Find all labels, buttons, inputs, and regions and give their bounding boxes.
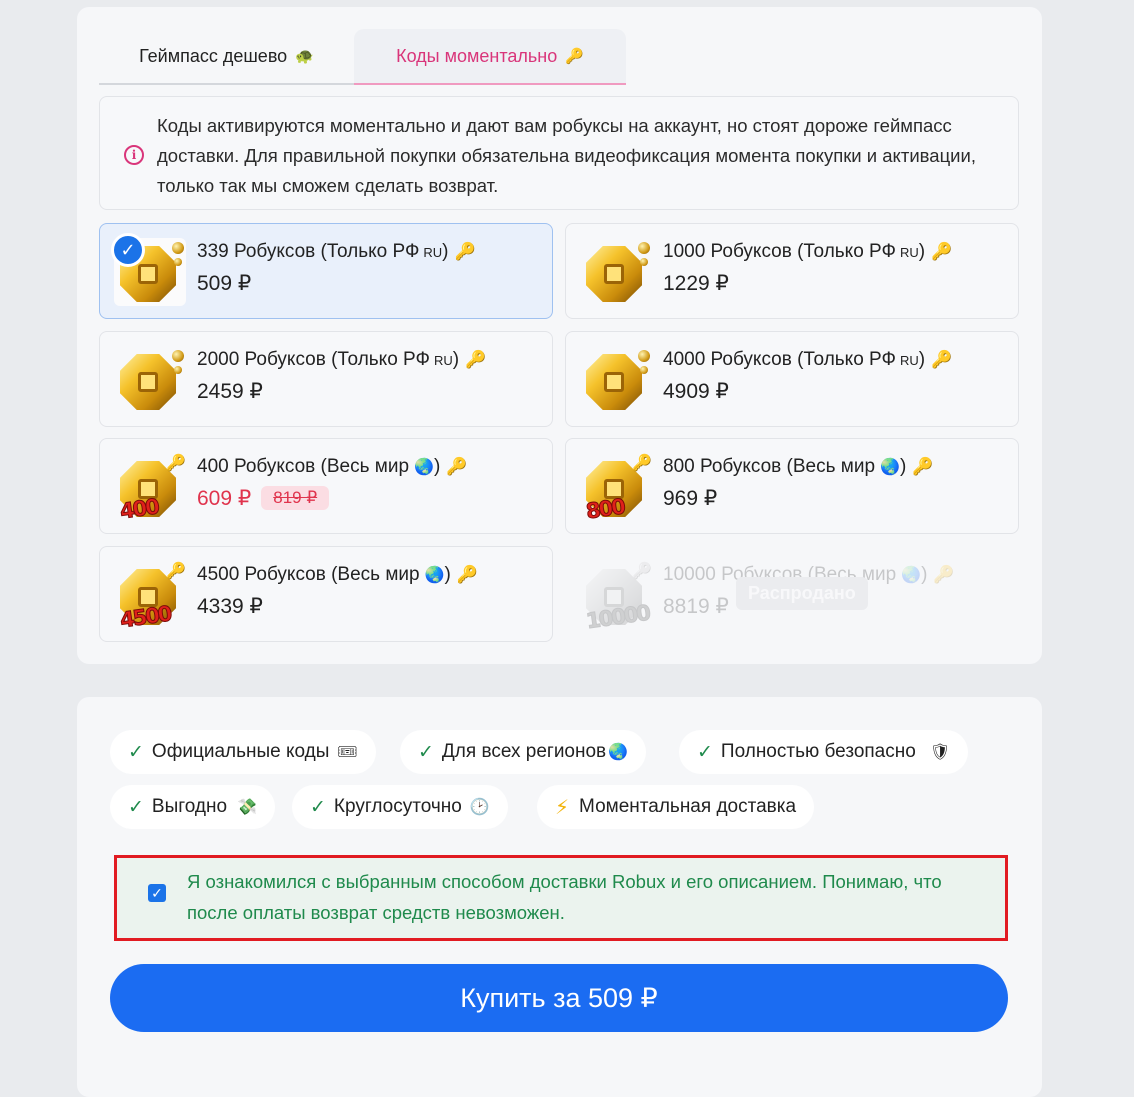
product-title: 339 Робуксов (Только РФ RU) 🔑 [197, 241, 476, 262]
product-title: 4000 Робуксов (Только РФ RU) 🔑 [663, 349, 953, 370]
product-4000[interactable]: 4000 Робуксов (Только РФ RU) 🔑 4909 ₽ [565, 331, 1019, 427]
product-price: 4909 ₽ [663, 380, 729, 403]
ticket-icon: 🎟 [337, 744, 358, 761]
clock-icon: 🕑 [469, 799, 490, 816]
consent-text: Я ознакомился с выбранным способом доста… [187, 871, 942, 923]
product-10000: 🔑 10000 10000 Робуксов (Весь мир 🌏) 🔑 8819… [565, 546, 1019, 642]
product-price: 509 ₽ [197, 272, 252, 295]
robux-coin-icon [580, 238, 652, 306]
key-icon: 🔑 [931, 350, 953, 369]
key-icon: 🔑 [456, 565, 479, 584]
product-price: 8819 ₽ [663, 595, 729, 618]
checkout-card: ✓ Официальные коды 🎟 ✓ Для всех регионов… [77, 697, 1042, 1097]
product-title: 1000 Робуксов (Только РФ RU) 🔑 [663, 241, 953, 262]
globe-icon: 🌏 [424, 567, 445, 584]
globe-icon: 🌏 [880, 459, 900, 476]
product-price: 2459 ₽ [197, 380, 263, 403]
tab-label: Геймпасс дешево [139, 45, 288, 66]
product-price: 609 ₽ 819 ₽ [197, 486, 330, 511]
selected-check-icon: ✓ [111, 233, 145, 267]
feature-24-7: ✓ Круглосуточно 🕑 [292, 785, 508, 829]
robux-coin-icon: 🔑 800 [584, 455, 652, 524]
shield-icon: 🛡 [929, 744, 951, 761]
lightning-icon: ⚡ [555, 796, 570, 819]
feature-official-codes: ✓ Официальные коды 🎟 [110, 730, 376, 774]
turtle-icon: 🐢 [295, 48, 314, 65]
buy-button[interactable]: Купить за 509 ₽ [110, 964, 1008, 1032]
product-339[interactable]: ✓ 339 Робуксов (Только РФ RU) 🔑 509 ₽ [99, 223, 553, 319]
product-4500[interactable]: 🔑 4500 4500 Робуксов (Весь мир 🌏) 🔑 4339 ₽ [99, 546, 553, 642]
consent-checkbox[interactable]: ✓ [148, 884, 166, 902]
product-title: 4500 Робуксов (Весь мир 🌏) 🔑 [197, 564, 479, 585]
key-icon: 🔑 [465, 350, 487, 369]
key-icon: 🔑 [933, 565, 955, 584]
tab-label: Коды моментально [396, 45, 558, 66]
check-icon: ✓ [128, 741, 144, 763]
product-title: 2000 Робуксов (Только РФ RU) 🔑 [197, 349, 487, 370]
tab-codes[interactable]: Коды моментально 🔑 [354, 29, 626, 85]
key-icon: 🔑 [912, 457, 934, 476]
product-400[interactable]: 🔑 400 400 Робуксов (Весь мир 🌏) 🔑 609 ₽ 819… [99, 438, 553, 534]
globe-icon: 🌏 [901, 567, 922, 584]
key-icon: 🔑 [565, 48, 584, 65]
delivery-card: Геймпасс дешево 🐢 Коды моментально 🔑 i К… [77, 7, 1042, 664]
globe-icon: 🌏 [414, 459, 434, 476]
product-price: 4339 ₽ [197, 595, 263, 618]
delivery-tabs: Геймпасс дешево 🐢 Коды моментально 🔑 [99, 29, 626, 85]
feature-all-regions: ✓ Для всех регионов 🌏 [400, 730, 647, 774]
feature-safe: ✓ Полностью безопасно 🛡 [679, 730, 969, 774]
consent-box: ✓ Я ознакомился с выбранным способом дос… [114, 855, 1008, 941]
check-icon: ✓ [128, 796, 144, 818]
notice-text: Коды активируются моментально и дают вам… [157, 115, 976, 196]
feature-instant-delivery: ⚡ Моментальная доставка [537, 785, 815, 829]
old-price: 819 ₽ [261, 486, 330, 510]
robux-coin-icon: 🔑 400 [118, 455, 186, 524]
sale-price: 609 ₽ [197, 487, 252, 510]
product-1000[interactable]: 1000 Робуксов (Только РФ RU) 🔑 1229 ₽ [565, 223, 1019, 319]
product-title: 400 Робуксов (Весь мир 🌏) 🔑 [197, 456, 468, 477]
soldout-badge: Распродано [736, 577, 868, 610]
check-icon: ✓ [697, 741, 713, 763]
robux-coin-icon: 🔑 10000 [584, 563, 652, 634]
tab-gamepass[interactable]: Геймпасс дешево 🐢 [99, 29, 354, 85]
money-icon: 💸 [237, 799, 257, 816]
product-price: 1229 ₽ [663, 272, 729, 295]
key-icon: 🔑 [931, 242, 953, 261]
robux-coin-icon [114, 346, 186, 414]
product-price: 969 ₽ [663, 487, 718, 510]
globe-icon: 🌏 [608, 744, 629, 761]
check-icon: ✓ [310, 796, 326, 818]
info-icon: i [124, 145, 144, 165]
key-icon: 🔑 [446, 457, 468, 476]
robux-coin-icon [580, 346, 652, 414]
product-2000[interactable]: 2000 Робуксов (Только РФ RU) 🔑 2459 ₽ [99, 331, 553, 427]
info-notice: i Коды активируются моментально и дают в… [99, 96, 1019, 210]
robux-coin-icon: 🔑 4500 [118, 563, 186, 633]
feature-profitable: ✓ Выгодно 💸 [110, 785, 275, 829]
product-800[interactable]: 🔑 800 800 Робуксов (Весь мир 🌏) 🔑 969 ₽ [565, 438, 1019, 534]
check-icon: ✓ [418, 741, 434, 763]
product-title: 800 Робуксов (Весь мир 🌏) 🔑 [663, 456, 934, 477]
key-icon: 🔑 [454, 242, 476, 261]
